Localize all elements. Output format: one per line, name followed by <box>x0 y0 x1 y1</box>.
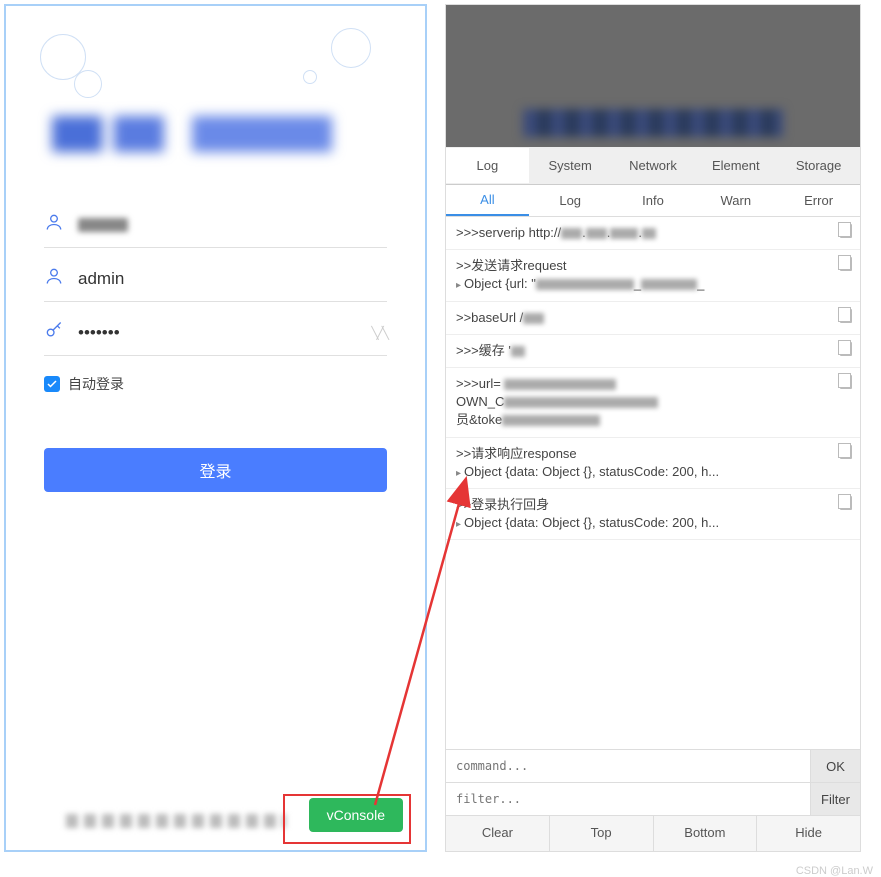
auto-login-label: 自动登录 <box>68 374 124 394</box>
login-panel: ╲╱╲ 自动登录 登录 vConsole <box>4 4 427 852</box>
log-line: >>>缓存 ' <box>456 342 850 360</box>
copy-icon[interactable] <box>840 496 852 510</box>
tab-log[interactable]: Log <box>446 148 529 183</box>
main-tabs: LogSystemNetworkElementStorage <box>446 147 860 185</box>
username-field-row <box>44 248 387 302</box>
log-line: Object {url: "__ <box>456 275 850 293</box>
org-value-obscured <box>78 218 128 232</box>
log-line: >>请求响应response <box>456 445 850 463</box>
copy-icon[interactable] <box>840 445 852 459</box>
log-entry[interactable]: >>>serverip http://... <box>446 217 860 250</box>
log-line: >>发送请求request <box>456 257 850 275</box>
org-field-row <box>44 194 387 248</box>
log-line: >>>serverip http://... <box>456 224 850 242</box>
sub-tabs: AllLogInfoWarnError <box>446 185 860 217</box>
log-entry[interactable]: >>baseUrl / <box>446 302 860 335</box>
header-title-obscured <box>523 109 783 137</box>
command-row: OK <box>446 749 860 782</box>
log-line: Object {data: Object {}, statusCode: 200… <box>456 463 850 481</box>
subtab-all[interactable]: All <box>446 185 529 216</box>
login-button[interactable]: 登录 <box>44 448 387 492</box>
subtab-log[interactable]: Log <box>529 186 612 215</box>
tab-element[interactable]: Element <box>694 148 777 183</box>
auto-login-checkbox[interactable] <box>44 376 60 392</box>
log-entry[interactable]: >>>缓存 ' <box>446 335 860 368</box>
tab-system[interactable]: System <box>529 148 612 183</box>
log-entry[interactable]: >>登录执行回身Object {data: Object {}, statusC… <box>446 489 860 540</box>
command-input[interactable] <box>446 750 810 782</box>
password-field-row: ╲╱╲ <box>44 302 387 356</box>
ok-button[interactable]: OK <box>810 750 860 782</box>
hide-button[interactable]: Hide <box>757 816 860 851</box>
top-button[interactable]: Top <box>550 816 654 851</box>
log-line: Object {data: Object {}, statusCode: 200… <box>456 514 850 532</box>
log-list[interactable]: >>>serverip http://...>>发送请求requestObjec… <box>446 217 860 749</box>
log-entry[interactable]: >>请求响应responseObject {data: Object {}, s… <box>446 438 860 489</box>
watermark: CSDN @Lan.W <box>796 865 873 877</box>
copy-icon[interactable] <box>840 224 852 238</box>
log-line: >>登录执行回身 <box>456 496 850 514</box>
copy-icon[interactable] <box>840 309 852 323</box>
footer-obscured <box>66 814 286 828</box>
log-entry[interactable]: >>>url= OWN_C员&toke <box>446 368 860 438</box>
password-input[interactable] <box>78 323 359 343</box>
auto-login-row[interactable]: 自动登录 <box>44 374 387 394</box>
copy-icon[interactable] <box>840 257 852 271</box>
log-line: >>baseUrl / <box>456 309 850 327</box>
login-header <box>44 24 387 194</box>
eye-closed-icon[interactable]: ╲╱╲ <box>371 326 387 340</box>
vconsole-header <box>446 5 860 147</box>
user-icon <box>44 212 66 237</box>
vconsole-button[interactable]: vConsole <box>309 798 403 832</box>
log-line: OWN_C <box>456 393 850 411</box>
log-line: 员&toke <box>456 411 850 429</box>
app-title-obscured <box>52 116 332 152</box>
vconsole-panel: LogSystemNetworkElementStorage AllLogInf… <box>445 4 861 852</box>
tab-storage[interactable]: Storage <box>777 148 860 183</box>
subtab-error[interactable]: Error <box>777 186 860 215</box>
filter-input[interactable] <box>446 783 810 815</box>
subtab-info[interactable]: Info <box>612 186 695 215</box>
username-input[interactable] <box>78 269 387 289</box>
log-line: >>>url= <box>456 375 850 393</box>
copy-icon[interactable] <box>840 375 852 389</box>
bottom-button[interactable]: Bottom <box>654 816 758 851</box>
copy-icon[interactable] <box>840 342 852 356</box>
log-entry[interactable]: >>发送请求requestObject {url: "__ <box>446 250 860 301</box>
bottom-bar: ClearTopBottomHide <box>446 815 860 851</box>
filter-button[interactable]: Filter <box>810 783 860 815</box>
filter-row: Filter <box>446 782 860 815</box>
user-icon <box>44 266 66 291</box>
tab-network[interactable]: Network <box>612 148 695 183</box>
key-icon <box>44 320 66 345</box>
subtab-warn[interactable]: Warn <box>694 186 777 215</box>
clear-button[interactable]: Clear <box>446 816 550 851</box>
